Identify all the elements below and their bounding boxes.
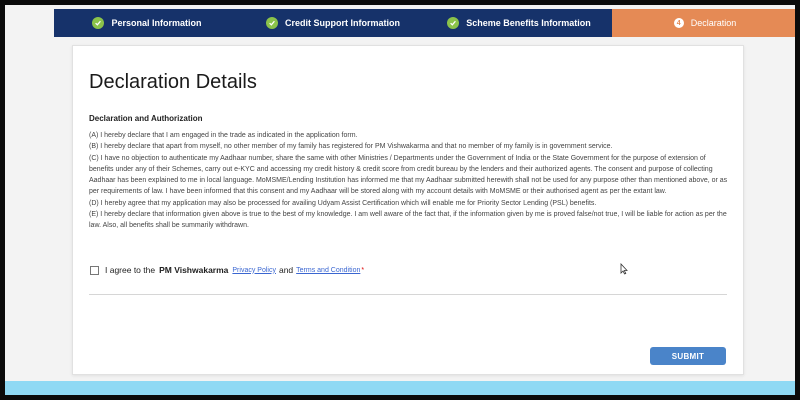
- mouse-pointer-icon: [620, 263, 628, 275]
- step-label: Personal Information: [111, 18, 202, 28]
- step-label: Declaration: [690, 18, 737, 28]
- bottom-bar: [5, 381, 795, 395]
- check-circle-icon: [447, 17, 460, 29]
- declaration-text: (A) I hereby declare that I am engaged i…: [89, 130, 729, 232]
- progress-stepper: Personal Information Credit Support Info…: [54, 9, 795, 37]
- step-credit-support-information[interactable]: Credit Support Information: [240, 9, 426, 37]
- agree-checkbox[interactable]: [90, 265, 99, 275]
- declaration-card: Declaration Details Declaration and Auth…: [72, 45, 744, 375]
- step-number-badge: 4: [673, 18, 684, 28]
- section-subtitle: Declaration and Authorization: [89, 114, 203, 123]
- step-declaration[interactable]: 4 Declaration: [612, 9, 795, 37]
- scheme-name: PM Vishwakarma: [159, 265, 229, 275]
- step-label: Scheme Benefits Information: [466, 18, 591, 28]
- declaration-item-d: (D) I hereby agree that my application m…: [89, 199, 597, 207]
- divider: [89, 294, 727, 295]
- app-window: Personal Information Credit Support Info…: [0, 0, 800, 400]
- agree-row: I agree to the PM Vishwakarma Privacy Po…: [90, 265, 364, 275]
- declaration-item-a: (A) I hereby declare that I am engaged i…: [89, 132, 358, 139]
- step-scheme-benefits-information[interactable]: Scheme Benefits Information: [426, 9, 612, 37]
- page-title: Declaration Details: [89, 71, 257, 93]
- required-mark: *: [361, 266, 365, 274]
- agree-and-text: and: [278, 265, 294, 275]
- check-circle-icon: [92, 17, 105, 29]
- declaration-item-b: (B) I hereby declare that apart from mys…: [89, 143, 613, 151]
- privacy-policy-link[interactable]: Privacy Policy: [232, 267, 276, 274]
- submit-button[interactable]: SUBMIT: [650, 347, 726, 365]
- declaration-item-c: (C) I have no objection to authenticate …: [89, 154, 728, 196]
- check-circle-icon: [266, 17, 278, 29]
- step-label: Credit Support Information: [285, 18, 400, 28]
- step-personal-information[interactable]: Personal Information: [54, 9, 240, 37]
- agree-prefix: I agree to the: [105, 265, 156, 275]
- terms-link[interactable]: Terms and Condition: [296, 267, 360, 274]
- declaration-item-e: (E) I hereby declare that information gi…: [89, 211, 727, 230]
